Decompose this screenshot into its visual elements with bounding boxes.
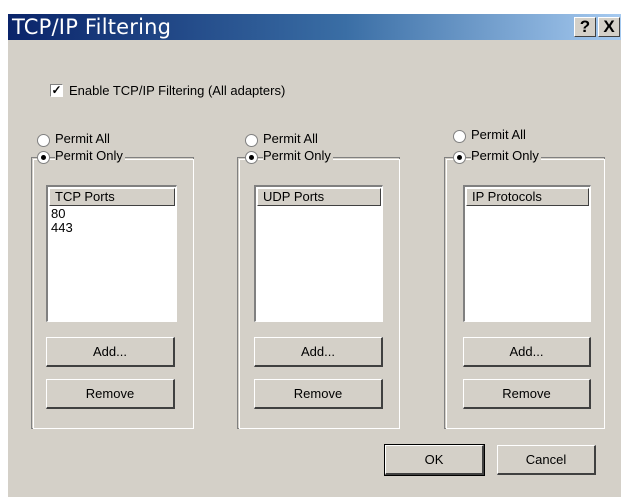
- help-button[interactable]: ?: [574, 17, 596, 37]
- ok-button[interactable]: OK: [384, 444, 485, 476]
- ip-permit-only-radio[interactable]: [453, 151, 466, 164]
- title-bar: TCP/IP Filtering ? X: [8, 14, 621, 40]
- ip-permit-all-radio[interactable]: [453, 130, 466, 143]
- tcp-ports-header[interactable]: TCP Ports: [49, 188, 175, 206]
- udp-permit-only-label: Permit Only: [263, 148, 333, 164]
- udp-permit-all-radio[interactable]: [245, 134, 258, 147]
- udp-ports-list[interactable]: UDP Ports: [254, 185, 383, 322]
- cancel-button[interactable]: Cancel: [497, 445, 596, 475]
- udp-permit-all-label: Permit All: [263, 131, 320, 147]
- tcp-permit-only-label: Permit Only: [55, 148, 125, 164]
- udp-add-button[interactable]: Add...: [254, 337, 383, 367]
- ip-add-button[interactable]: Add...: [463, 337, 591, 367]
- udp-ports-header[interactable]: UDP Ports: [257, 188, 381, 206]
- tcp-add-button[interactable]: Add...: [46, 337, 175, 367]
- enable-filtering-checkbox[interactable]: ✓: [50, 84, 63, 97]
- ip-remove-button[interactable]: Remove: [463, 379, 591, 409]
- enable-filtering-label: Enable TCP/IP Filtering (All adapters): [69, 83, 286, 98]
- ip-permit-all-label: Permit All: [471, 127, 528, 143]
- ip-permit-only-label: Permit Only: [471, 148, 541, 164]
- ip-protocols-list[interactable]: IP Protocols: [463, 185, 591, 322]
- tcp-remove-button[interactable]: Remove: [46, 379, 175, 409]
- tcp-ports-list[interactable]: TCP Ports 80 443: [46, 185, 177, 322]
- tcp-permit-all-label: Permit All: [55, 131, 112, 147]
- udp-remove-button[interactable]: Remove: [254, 379, 383, 409]
- close-button[interactable]: X: [598, 17, 620, 37]
- tcp-permit-only-radio[interactable]: [37, 151, 50, 164]
- udp-permit-only-radio[interactable]: [245, 151, 258, 164]
- list-item[interactable]: 443: [51, 220, 73, 235]
- tcpip-filtering-dialog: TCP/IP Filtering ? X ✓ Enable TCP/IP Fil…: [8, 14, 621, 497]
- dialog-title: TCP/IP Filtering: [12, 15, 172, 39]
- ip-protocols-header[interactable]: IP Protocols: [466, 188, 589, 206]
- list-item[interactable]: 80: [51, 206, 65, 221]
- tcp-permit-all-radio[interactable]: [37, 134, 50, 147]
